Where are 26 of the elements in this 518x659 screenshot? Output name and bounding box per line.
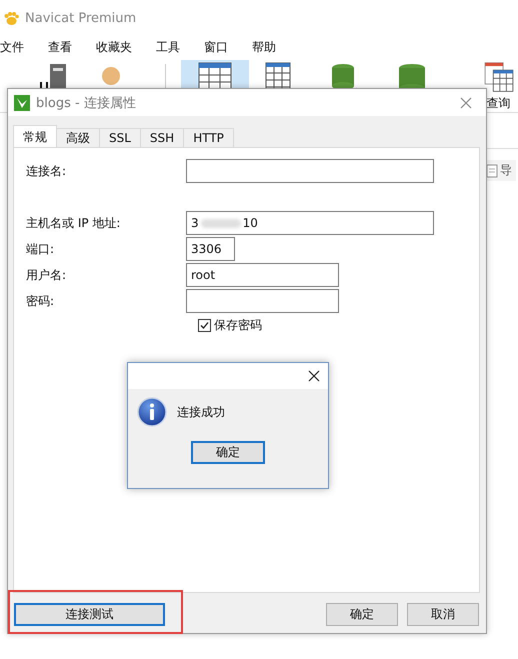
menu-item[interactable]: 帮助 bbox=[252, 38, 276, 56]
ok-button[interactable]: 确定 bbox=[326, 603, 398, 626]
cancel-button[interactable]: 取消 bbox=[407, 603, 479, 626]
export-button[interactable]: 导 bbox=[486, 160, 516, 181]
test-connection-button[interactable]: 连接测试 bbox=[14, 603, 165, 626]
input-field[interactable]: root bbox=[186, 263, 339, 287]
field-label: 连接名: bbox=[25, 162, 68, 180]
menu-item[interactable]: 收藏夹 bbox=[96, 38, 132, 56]
menu-item[interactable]: 文件 bbox=[0, 38, 24, 56]
menu-item[interactable]: 查看 bbox=[48, 38, 72, 56]
window-title: Navicat Premium bbox=[25, 10, 136, 26]
tab[interactable]: HTTP bbox=[183, 128, 234, 147]
message-text: 连接成功 bbox=[177, 404, 225, 420]
checkbox-label: 保存密码 bbox=[214, 317, 262, 334]
input-field[interactable]: 3306 bbox=[186, 237, 235, 261]
dialog-title: blogs - 连接属性 bbox=[36, 94, 137, 112]
toolbar-button[interactable]: 查询 bbox=[472, 60, 518, 112]
menu-item[interactable]: 窗口 bbox=[204, 38, 228, 56]
tab[interactable]: 常规 bbox=[13, 125, 57, 147]
input-field[interactable]: 3 10 bbox=[186, 211, 434, 235]
field-label: 密码: bbox=[25, 292, 56, 310]
ok-button[interactable]: 确定 bbox=[191, 441, 265, 464]
field-label: 端口: bbox=[25, 240, 56, 258]
field-label: 用户名: bbox=[25, 266, 68, 284]
field-label: 主机名或 IP 地址: bbox=[25, 214, 122, 232]
menu-item[interactable]: 工具 bbox=[156, 38, 180, 56]
